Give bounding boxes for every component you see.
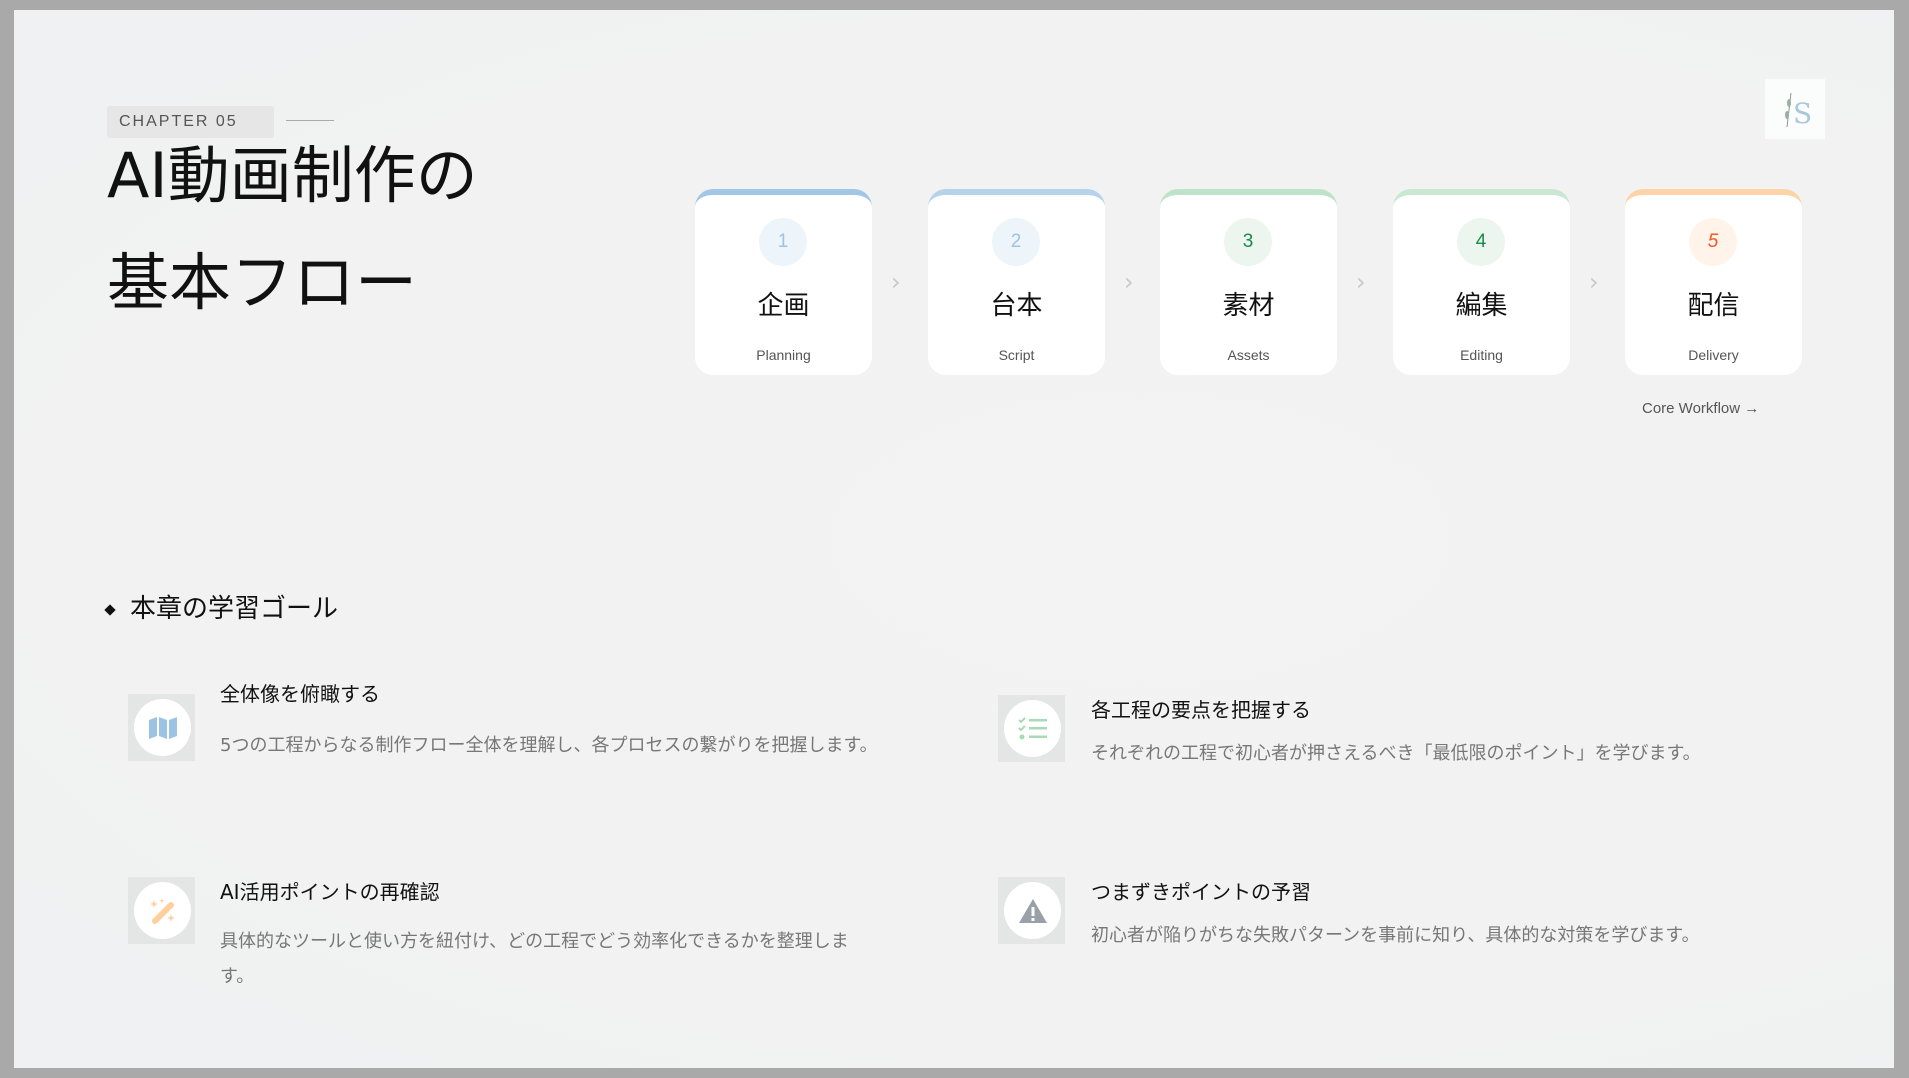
step-card-script: 2 台本 Script bbox=[928, 189, 1105, 375]
step-subtitle: Script bbox=[998, 347, 1035, 363]
step-subtitle: Editing bbox=[1460, 347, 1503, 363]
step-title: 配信 bbox=[1687, 291, 1740, 321]
goal-description: 5つの工程からなる制作フロー全体を理解し、各プロセスの繋がりを把握します。 bbox=[220, 735, 878, 756]
chevron-right-icon: › bbox=[1124, 268, 1134, 296]
logo: S bbox=[1765, 79, 1825, 139]
goal-description: 初心者が陥りがちな失敗パターンを事前に知り、具体的な対策を学びます。 bbox=[1091, 925, 1700, 946]
goal-icon-box bbox=[998, 695, 1065, 762]
goal-title: AI活用ポイントの再確認 bbox=[220, 880, 440, 904]
goals-heading: 本章の学習ゴール bbox=[104, 588, 339, 625]
warning-icon bbox=[1004, 882, 1061, 939]
chevron-right-icon: › bbox=[1589, 268, 1599, 296]
page-title-line2: 基本フロー bbox=[107, 246, 418, 319]
goal-icon-box bbox=[998, 877, 1065, 944]
step-card-delivery: 5 配信 Delivery bbox=[1625, 189, 1802, 375]
step-card-planning: 1 企画 Planning bbox=[695, 189, 872, 375]
step-number: 5 bbox=[1689, 218, 1737, 266]
step-number: 2 bbox=[992, 218, 1040, 266]
step-title: 台本 bbox=[990, 291, 1043, 321]
goal-title: つまずきポイントの予習 bbox=[1091, 880, 1311, 904]
page-title-line1: AI動画制作の bbox=[107, 139, 478, 212]
step-title: 素材 bbox=[1222, 291, 1275, 321]
checklist-icon bbox=[1004, 700, 1061, 757]
step-card-editing: 4 編集 Editing bbox=[1393, 189, 1570, 375]
step-subtitle: Planning bbox=[756, 347, 811, 363]
core-workflow-link[interactable]: Core Workflow → bbox=[1642, 400, 1759, 417]
goals-heading-text: 本章の学習ゴール bbox=[130, 594, 339, 624]
step-number: 1 bbox=[759, 218, 807, 266]
bullet-icon bbox=[104, 603, 116, 616]
chevron-right-icon: › bbox=[891, 268, 901, 296]
goal-title: 全体像を俯瞰する bbox=[220, 682, 380, 706]
step-card-assets: 3 素材 Assets bbox=[1160, 189, 1337, 375]
chapter-badge: CHAPTER 05 bbox=[107, 106, 274, 138]
svg-text:S: S bbox=[1793, 97, 1812, 130]
slide: CHAPTER 05 AI動画制作の 基本フロー S Core Workflow… bbox=[14, 10, 1894, 1068]
step-title: 編集 bbox=[1455, 291, 1508, 321]
goal-icon-box bbox=[128, 694, 195, 761]
goal-icon-box bbox=[128, 877, 195, 944]
step-subtitle: Assets bbox=[1227, 347, 1270, 363]
step-number: 4 bbox=[1457, 218, 1505, 266]
goal-title: 各工程の要点を把握する bbox=[1091, 698, 1311, 722]
goal-description: それぞれの工程で初心者が押さえるべき「最低限のポイント」を学びます。 bbox=[1091, 743, 1701, 764]
goal-description: 具体的なツールと使い方を紐付け、どの工程でどう効率化できるかを整理します。 bbox=[220, 931, 849, 987]
magic-wand-icon bbox=[134, 882, 191, 939]
step-subtitle: Delivery bbox=[1688, 347, 1739, 363]
divider bbox=[286, 120, 334, 121]
step-number: 3 bbox=[1224, 218, 1272, 266]
map-icon bbox=[134, 699, 191, 756]
chevron-right-icon: › bbox=[1356, 268, 1366, 296]
step-title: 企画 bbox=[757, 291, 810, 321]
